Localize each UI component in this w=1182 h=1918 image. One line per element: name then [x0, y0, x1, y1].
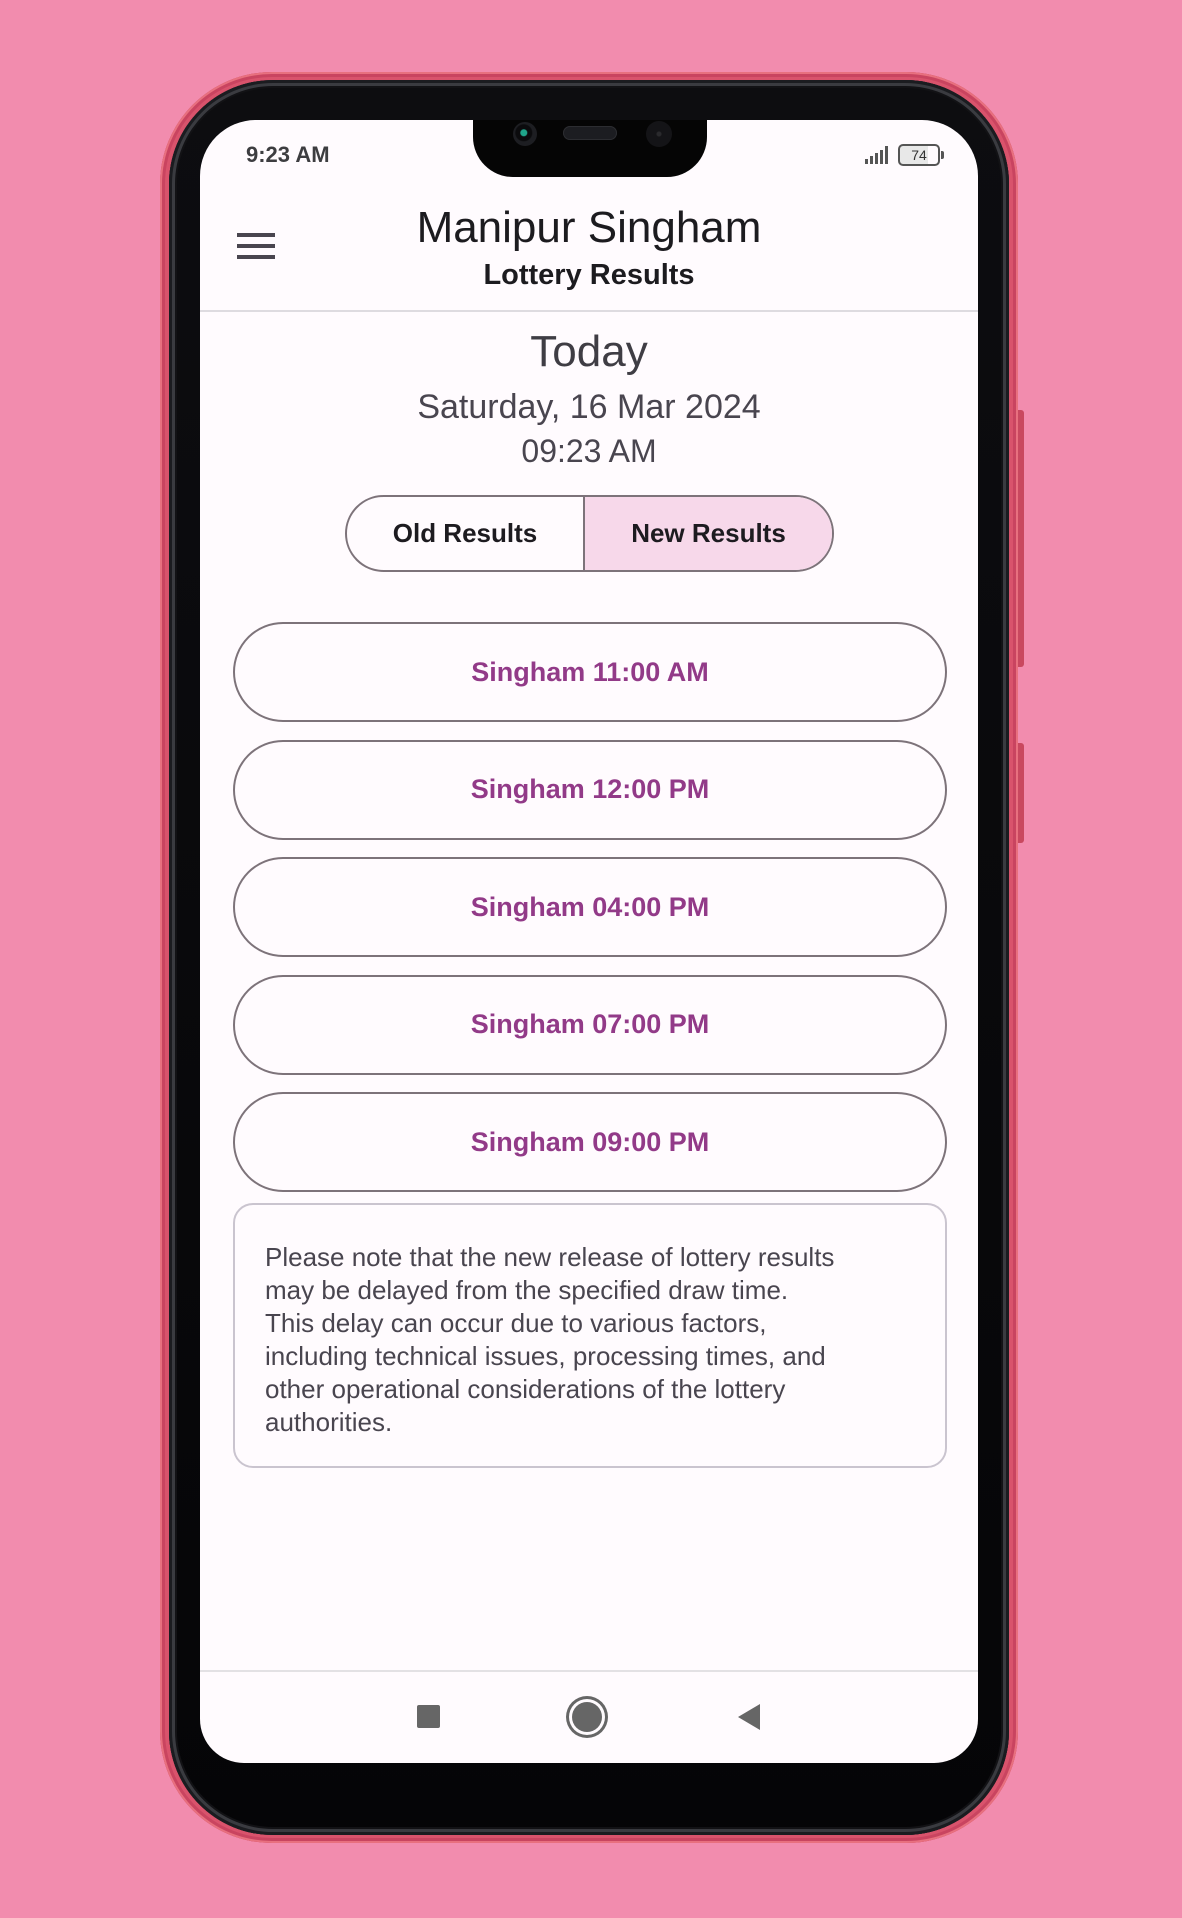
front-camera-icon: [513, 122, 537, 146]
app-screen: 9:23 AM 74 Manipur Singham Lottery Resul…: [200, 120, 978, 1763]
camera-notch: [473, 120, 707, 177]
delay-notice-card: Please note that the new release of lott…: [233, 1203, 947, 1468]
draw-button-1100am[interactable]: Singham 11:00 AM: [233, 622, 947, 722]
back-triangle-icon[interactable]: [738, 1704, 760, 1730]
today-label: Today: [530, 327, 648, 376]
signal-icon: [865, 146, 888, 164]
draw-list: Singham 11:00 AM Singham 12:00 PM Singha…: [233, 622, 947, 1210]
header-divider: [200, 310, 978, 312]
system-nav-bar: [200, 1672, 978, 1763]
app-subtitle: Lottery Results: [483, 259, 695, 291]
current-date: Saturday, 16 Mar 2024: [417, 388, 761, 426]
results-segmented-control: Old Results New Results: [345, 495, 834, 572]
draw-label: Singham 07:00 PM: [470, 1009, 710, 1039]
draw-label: Singham 04:00 PM: [470, 891, 710, 922]
draw-label: Singham 11:00 AM: [471, 656, 709, 687]
app-title: Manipur Singham: [416, 203, 762, 252]
volume-button: [1018, 410, 1024, 667]
draw-button-0400pm[interactable]: Singham 04:00 PM: [233, 857, 947, 957]
draw-label: Singham 09:00 PM: [470, 1126, 710, 1157]
draw-button-0700pm[interactable]: Singham 07:00 PM: [233, 974, 947, 1075]
draw-button-1200pm[interactable]: Singham 12:00 PM: [233, 739, 947, 840]
status-indicators: 74: [865, 144, 944, 166]
power-button: [1018, 743, 1024, 843]
current-time: 09:23 AM: [521, 433, 657, 469]
status-time: 9:23 AM: [246, 142, 330, 167]
recents-square-icon[interactable]: [417, 1705, 440, 1728]
draw-label: Singham 12:00 PM: [470, 774, 710, 804]
earpiece-speaker-icon: [563, 126, 617, 140]
draw-button-0900pm[interactable]: Singham 09:00 PM: [233, 1092, 947, 1192]
home-circle-icon[interactable]: [572, 1702, 602, 1732]
delay-notice-text: Please note that the new release of lott…: [265, 1242, 835, 1437]
old-results-button[interactable]: Old Results: [347, 497, 585, 570]
proximity-sensor-icon: [646, 121, 672, 147]
new-results-button[interactable]: New Results: [585, 497, 832, 570]
battery-icon: 74: [898, 144, 944, 166]
